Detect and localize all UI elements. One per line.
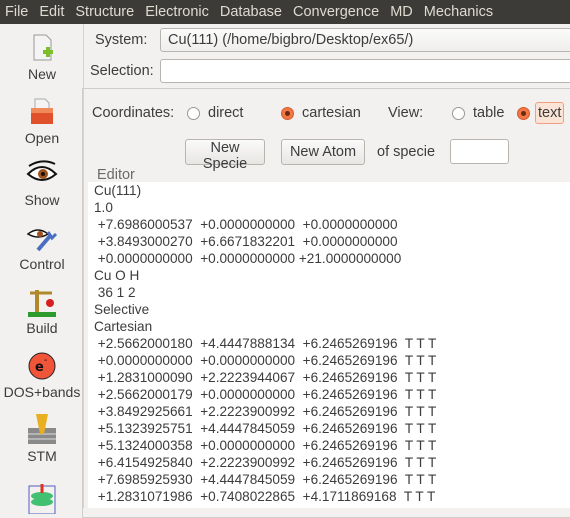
stm-button[interactable]: STM (0, 414, 84, 464)
selection-label: Selection: (90, 63, 154, 79)
menu-file[interactable]: File (0, 4, 34, 20)
radio-direct[interactable] (187, 107, 200, 120)
crane-icon (26, 286, 58, 318)
editor-line: +7.6986000537 +0.0000000000 +0.000000000… (94, 217, 398, 232)
system-label: System: (95, 32, 148, 48)
menu-convergence[interactable]: Convergence (288, 4, 385, 20)
new-atom-button[interactable]: New Atom (281, 139, 365, 165)
show-button[interactable]: Show (0, 158, 84, 208)
menu-structure[interactable]: Structure (70, 4, 140, 20)
radio-text[interactable] (517, 107, 530, 120)
build-button[interactable]: Build (0, 286, 84, 336)
editor-line: +0.0000000000 +0.0000000000 +21.00000000… (94, 251, 402, 266)
menu-mechanics[interactable]: Mechanics (419, 4, 499, 20)
svg-text:-: - (44, 355, 47, 366)
editor-line: +7.6985925930 +4.4447845059 +6.246526919… (94, 472, 437, 487)
menu-database[interactable]: Database (215, 4, 288, 20)
editor-line: +6.4154925840 +2.2223900992 +6.246526919… (94, 455, 437, 470)
editor-line: 1.0 (94, 200, 113, 215)
editor-line: +1.2831000090 +2.2223944067 +6.246526919… (94, 370, 437, 385)
control-button[interactable]: Control (0, 222, 84, 272)
editor-line: +5.1324000358 +0.0000000000 +6.246526919… (94, 438, 437, 453)
view-label: View: (388, 105, 424, 121)
system-combobox[interactable]: Cu(111) (/home/bigbro/Desktop/ex65/) (160, 28, 570, 52)
editor-line: +2.5662000180 +4.4447888134 +6.246526919… (94, 336, 437, 351)
editor-line: +3.8493000270 +6.6671832201 +0.000000000… (94, 234, 398, 249)
toolbar-sidebar: New Open Show Control Build e- DOS+bands… (0, 24, 84, 515)
dos-bands-button[interactable]: e- DOS+bands (0, 350, 84, 400)
text-label[interactable]: text (535, 102, 565, 124)
editor-line: Cartesian (94, 319, 153, 334)
editor-line: Cu O H (94, 268, 140, 283)
dos-bands-label: DOS+bands (3, 384, 81, 400)
coordinates-label: Coordinates: (92, 105, 175, 121)
open-label: Open (24, 130, 60, 146)
editor-line: Cu(111) (94, 183, 142, 198)
editor-line: +1.2831071986 +0.7408022865 +4.171186916… (94, 489, 436, 504)
new-specie-button[interactable]: New Specie (185, 139, 265, 172)
open-button[interactable]: Open (0, 96, 84, 146)
menu-md[interactable]: MD (385, 4, 419, 20)
new-file-icon (26, 32, 58, 64)
svg-text:e: e (35, 360, 44, 375)
selection-input[interactable] (160, 59, 570, 83)
editor-line: +0.0000000000 +0.0000000000 +6.246526919… (94, 353, 437, 368)
editor-line: +2.5662000179 +0.0000000000 +6.246526919… (94, 387, 437, 402)
editor-line: 36 1 2 (94, 285, 136, 300)
new-button[interactable]: New (0, 32, 84, 82)
system-value: Cu(111) (/home/bigbro/Desktop/ex65/) (168, 32, 414, 48)
editor-label: Editor (97, 167, 135, 183)
control-label: Control (19, 256, 65, 272)
radio-cartesian[interactable] (281, 107, 294, 120)
menu-edit[interactable]: Edit (34, 4, 70, 20)
stack-icon (26, 482, 58, 515)
open-folder-icon (26, 96, 58, 128)
eye-wrench-icon (26, 222, 58, 254)
build-label: Build (26, 320, 58, 336)
menu-electronic[interactable]: Electronic (140, 4, 215, 20)
electron-icon: e- (26, 350, 58, 382)
of-specie-label: of specie (377, 144, 436, 160)
show-label: Show (24, 192, 60, 208)
eye-icon (26, 158, 58, 190)
editor-line: +5.1323925751 +4.4447845059 +6.246526919… (94, 421, 437, 436)
stm-label: STM (27, 448, 57, 464)
direct-label[interactable]: direct (208, 105, 243, 121)
radio-table[interactable] (452, 107, 465, 120)
editor-textarea[interactable]: Cu(111) 1.0 +7.6986000537 +0.0000000000 +… (88, 182, 570, 508)
stack-button[interactable] (0, 482, 84, 515)
stm-tip-icon (26, 414, 58, 446)
editor-line: +3.8492925661 +2.2223900992 +6.246526919… (94, 404, 437, 419)
table-label[interactable]: table (473, 105, 504, 121)
editor-line: Selective (94, 302, 150, 317)
new-label: New (27, 66, 56, 82)
menu-bar: File Edit Structure Electronic Database … (0, 0, 570, 24)
cartesian-label[interactable]: cartesian (302, 105, 361, 121)
specie-input[interactable] (450, 139, 509, 164)
